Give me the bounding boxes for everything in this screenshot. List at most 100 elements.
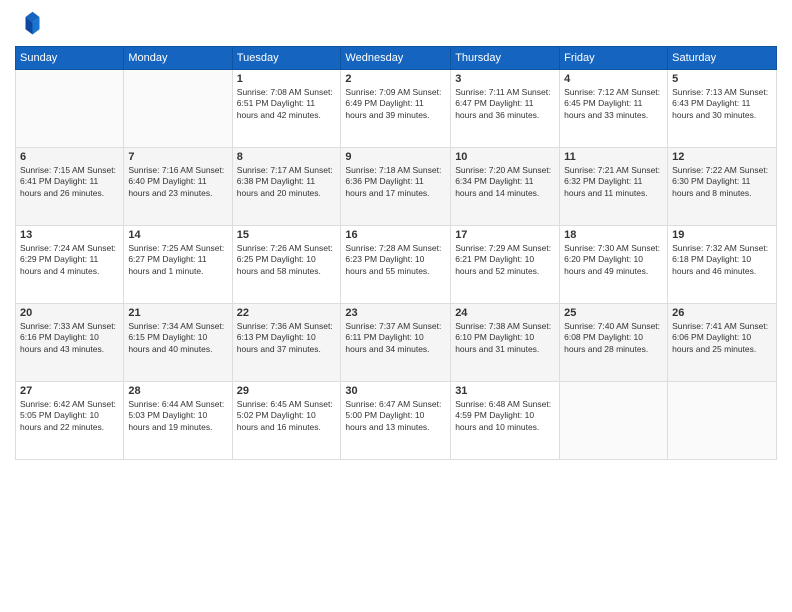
day-number: 3	[455, 73, 555, 85]
day-number: 22	[237, 307, 337, 319]
calendar-cell: 26 Sunrise: 7:41 AM Sunset: 6:06 PM Dayli…	[668, 304, 777, 382]
calendar-cell: 9 Sunrise: 7:18 AM Sunset: 6:36 PM Daylig…	[341, 148, 451, 226]
day-number: 30	[345, 385, 446, 397]
calendar-cell: 12Sunrise: 7:22 AM Sunset: 6:30 PM Dayli…	[668, 148, 777, 226]
calendar-header-friday: Friday	[560, 47, 668, 70]
calendar-cell: 2Sunrise: 7:09 AM Sunset: 6:49 PM Daylig…	[341, 70, 451, 148]
day-number: 13	[20, 229, 119, 241]
day-info: Sunrise: 7:11 AM Sunset: 6:47 PM Dayligh…	[455, 87, 555, 121]
calendar-cell: 5 Sunrise: 7:13 AM Sunset: 6:43 PM Daylig…	[668, 70, 777, 148]
calendar-cell: 4 Sunrise: 7:12 AM Sunset: 6:45 PM Daylig…	[560, 70, 668, 148]
day-info: Sunrise: 7:37 AM Sunset: 6:11 PM Dayligh…	[345, 321, 446, 355]
calendar-header-tuesday: Tuesday	[232, 47, 341, 70]
day-number: 29	[237, 385, 337, 397]
day-info: Sunrise: 7:29 AM Sunset: 6:21 PM Dayligh…	[455, 243, 555, 277]
day-info: Sunrise: 7:33 AM Sunset: 6:16 PM Dayligh…	[20, 321, 119, 355]
day-info: Sunrise: 7:24 AM Sunset: 6:29 PM Dayligh…	[20, 243, 119, 277]
day-info: Sunrise: 6:45 AM Sunset: 5:02 PM Dayligh…	[237, 399, 337, 433]
day-info: Sunrise: 7:40 AM Sunset: 6:08 PM Dayligh…	[564, 321, 663, 355]
calendar-week-4: 20 Sunrise: 7:33 AM Sunset: 6:16 PM Dayli…	[16, 304, 777, 382]
day-number: 5	[672, 73, 772, 85]
calendar-cell: 7 Sunrise: 7:16 AM Sunset: 6:40 PM Daylig…	[124, 148, 232, 226]
page-header	[15, 10, 777, 38]
calendar-cell: 30 Sunrise: 6:47 AM Sunset: 5:00 PM Dayli…	[341, 382, 451, 460]
calendar-cell: 14 Sunrise: 7:25 AM Sunset: 6:27 PM Dayli…	[124, 226, 232, 304]
calendar-cell: 8Sunrise: 7:17 AM Sunset: 6:38 PM Daylig…	[232, 148, 341, 226]
calendar-header-thursday: Thursday	[451, 47, 560, 70]
calendar-week-1: 1Sunrise: 7:08 AM Sunset: 6:51 PM Daylig…	[16, 70, 777, 148]
calendar-cell	[16, 70, 124, 148]
day-info: Sunrise: 7:13 AM Sunset: 6:43 PM Dayligh…	[672, 87, 772, 121]
day-number: 16	[345, 229, 446, 241]
day-number: 27	[20, 385, 119, 397]
day-info: Sunrise: 7:38 AM Sunset: 6:10 PM Dayligh…	[455, 321, 555, 355]
day-number: 8	[237, 151, 337, 163]
calendar-cell: 21 Sunrise: 7:34 AM Sunset: 6:15 PM Dayli…	[124, 304, 232, 382]
calendar-cell: 16 Sunrise: 7:28 AM Sunset: 6:23 PM Dayli…	[341, 226, 451, 304]
day-number: 4	[564, 73, 663, 85]
calendar-header-sunday: Sunday	[16, 47, 124, 70]
day-info: Sunrise: 7:18 AM Sunset: 6:36 PM Dayligh…	[345, 165, 446, 199]
day-info: Sunrise: 7:12 AM Sunset: 6:45 PM Dayligh…	[564, 87, 663, 121]
calendar-cell: 3 Sunrise: 7:11 AM Sunset: 6:47 PM Daylig…	[451, 70, 560, 148]
day-number: 17	[455, 229, 555, 241]
day-number: 6	[20, 151, 119, 163]
day-number: 26	[672, 307, 772, 319]
calendar-cell: 28Sunrise: 6:44 AM Sunset: 5:03 PM Dayli…	[124, 382, 232, 460]
day-info: Sunrise: 7:21 AM Sunset: 6:32 PM Dayligh…	[564, 165, 663, 199]
day-number: 11	[564, 151, 663, 163]
generalblue-logo-icon	[15, 10, 43, 38]
day-info: Sunrise: 7:41 AM Sunset: 6:06 PM Dayligh…	[672, 321, 772, 355]
calendar-cell: 29 Sunrise: 6:45 AM Sunset: 5:02 PM Dayli…	[232, 382, 341, 460]
day-number: 7	[128, 151, 227, 163]
calendar-week-3: 13 Sunrise: 7:24 AM Sunset: 6:29 PM Dayli…	[16, 226, 777, 304]
day-number: 12	[672, 151, 772, 163]
day-info: Sunrise: 7:16 AM Sunset: 6:40 PM Dayligh…	[128, 165, 227, 199]
day-info: Sunrise: 6:47 AM Sunset: 5:00 PM Dayligh…	[345, 399, 446, 433]
day-info: Sunrise: 7:25 AM Sunset: 6:27 PM Dayligh…	[128, 243, 227, 277]
day-number: 9	[345, 151, 446, 163]
calendar-cell	[560, 382, 668, 460]
day-number: 20	[20, 307, 119, 319]
day-info: Sunrise: 7:30 AM Sunset: 6:20 PM Dayligh…	[564, 243, 663, 277]
day-number: 21	[128, 307, 227, 319]
day-info: Sunrise: 7:08 AM Sunset: 6:51 PM Dayligh…	[237, 87, 337, 121]
day-info: Sunrise: 6:48 AM Sunset: 4:59 PM Dayligh…	[455, 399, 555, 433]
day-number: 25	[564, 307, 663, 319]
calendar-cell: 20 Sunrise: 7:33 AM Sunset: 6:16 PM Dayli…	[16, 304, 124, 382]
calendar-header-wednesday: Wednesday	[341, 47, 451, 70]
calendar-cell	[124, 70, 232, 148]
day-number: 23	[345, 307, 446, 319]
day-number: 18	[564, 229, 663, 241]
calendar-cell: 23 Sunrise: 7:37 AM Sunset: 6:11 PM Dayli…	[341, 304, 451, 382]
calendar-cell: 10 Sunrise: 7:20 AM Sunset: 6:34 PM Dayli…	[451, 148, 560, 226]
day-number: 10	[455, 151, 555, 163]
calendar-cell: 17 Sunrise: 7:29 AM Sunset: 6:21 PM Dayli…	[451, 226, 560, 304]
calendar-header-row: SundayMondayTuesdayWednesdayThursdayFrid…	[16, 47, 777, 70]
day-info: Sunrise: 7:09 AM Sunset: 6:49 PM Dayligh…	[345, 87, 446, 121]
day-info: Sunrise: 7:32 AM Sunset: 6:18 PM Dayligh…	[672, 243, 772, 277]
calendar-cell: 6 Sunrise: 7:15 AM Sunset: 6:41 PM Daylig…	[16, 148, 124, 226]
day-info: Sunrise: 7:15 AM Sunset: 6:41 PM Dayligh…	[20, 165, 119, 199]
calendar-cell: 19 Sunrise: 7:32 AM Sunset: 6:18 PM Dayli…	[668, 226, 777, 304]
calendar-cell: 18 Sunrise: 7:30 AM Sunset: 6:20 PM Dayli…	[560, 226, 668, 304]
calendar-cell: 25 Sunrise: 7:40 AM Sunset: 6:08 PM Dayli…	[560, 304, 668, 382]
day-number: 19	[672, 229, 772, 241]
day-number: 14	[128, 229, 227, 241]
calendar-week-5: 27Sunrise: 6:42 AM Sunset: 5:05 PM Dayli…	[16, 382, 777, 460]
calendar-cell: 31Sunrise: 6:48 AM Sunset: 4:59 PM Dayli…	[451, 382, 560, 460]
day-info: Sunrise: 7:34 AM Sunset: 6:15 PM Dayligh…	[128, 321, 227, 355]
calendar-cell: 11 Sunrise: 7:21 AM Sunset: 6:32 PM Dayli…	[560, 148, 668, 226]
day-info: Sunrise: 7:28 AM Sunset: 6:23 PM Dayligh…	[345, 243, 446, 277]
day-info: Sunrise: 6:44 AM Sunset: 5:03 PM Dayligh…	[128, 399, 227, 433]
day-info: Sunrise: 7:20 AM Sunset: 6:34 PM Dayligh…	[455, 165, 555, 199]
calendar-header-monday: Monday	[124, 47, 232, 70]
calendar-cell: 1Sunrise: 7:08 AM Sunset: 6:51 PM Daylig…	[232, 70, 341, 148]
calendar-cell: 15Sunrise: 7:26 AM Sunset: 6:25 PM Dayli…	[232, 226, 341, 304]
calendar-week-2: 6 Sunrise: 7:15 AM Sunset: 6:41 PM Daylig…	[16, 148, 777, 226]
calendar-cell	[668, 382, 777, 460]
day-number: 24	[455, 307, 555, 319]
calendar-cell: 22Sunrise: 7:36 AM Sunset: 6:13 PM Dayli…	[232, 304, 341, 382]
calendar-cell: 24 Sunrise: 7:38 AM Sunset: 6:10 PM Dayli…	[451, 304, 560, 382]
calendar-header-saturday: Saturday	[668, 47, 777, 70]
